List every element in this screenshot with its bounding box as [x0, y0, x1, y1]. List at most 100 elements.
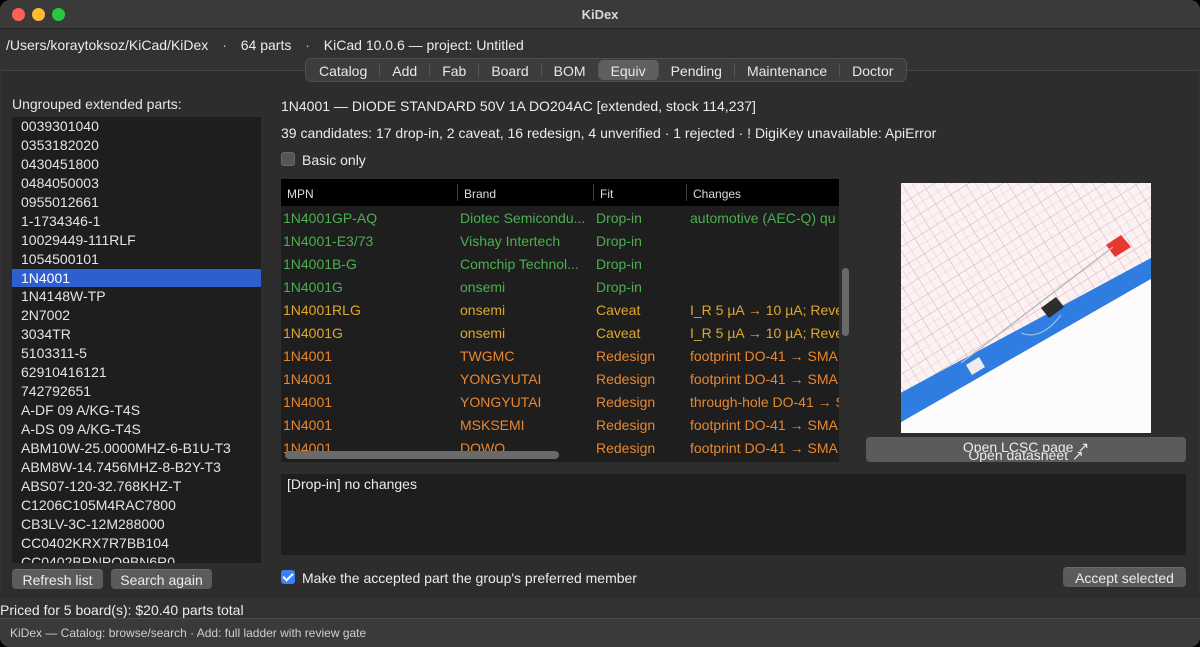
list-item[interactable]: 0430451800	[12, 155, 261, 174]
cell-fit: Redesign	[596, 371, 656, 387]
cell-changes: I_R 5 µA → 10 µA; Rever	[690, 302, 839, 318]
cell-fit: Caveat	[596, 302, 641, 318]
cell-mpn: 1N4001	[283, 417, 333, 433]
cell-fit: Caveat	[596, 325, 641, 341]
cell-brand: onsemi	[460, 325, 506, 341]
cell-brand: Comchip Technol...	[460, 256, 579, 272]
basic-only-checkbox[interactable]	[281, 152, 295, 166]
list-item[interactable]: ABS07-120-32.768KHZ-T	[12, 477, 261, 496]
list-item[interactable]: 1-1734346-1	[12, 212, 261, 231]
search-again-button[interactable]: Search again	[111, 569, 212, 589]
column-header-fit[interactable]: Fit	[600, 187, 613, 201]
cell-fit: Drop-in	[596, 256, 642, 272]
tab-fab[interactable]: Fab	[430, 60, 478, 80]
candidate-detail: [Drop-in] no changes	[281, 474, 1186, 555]
preferred-member-label: Make the accepted part the group's prefe…	[302, 570, 637, 586]
cell-mpn: 1N4001RLG	[283, 302, 361, 318]
info-separator: ·	[222, 37, 227, 53]
table-row[interactable]: 1N4001 YONGYUTAI Redesign through-hole DO-4…	[281, 390, 839, 413]
table-row[interactable]: 1N4001GP-AQ Diotec Semicondu... Drop-in aut…	[281, 206, 839, 229]
cell-changes: footprint DO-41 → SMA	[690, 371, 838, 387]
table-row[interactable]: 1N4001RLG onsemi Caveat I_R 5 µA → 10 µA; R…	[281, 298, 839, 321]
list-item[interactable]: 0955012661	[12, 193, 261, 212]
cell-fit: Drop-in	[596, 233, 642, 249]
list-item[interactable]: 1054500101	[12, 250, 261, 269]
column-divider[interactable]	[457, 184, 458, 201]
cell-changes: footprint DO-41 → SMA	[690, 417, 838, 433]
tab-equiv[interactable]: Equiv	[598, 60, 658, 80]
list-item[interactable]: CB3LV-3C-12M288000	[12, 515, 261, 534]
table-row[interactable]: 1N4001-E3/73 Vishay Intertech Drop-in	[281, 229, 839, 252]
cell-changes: footprint DO-41 → SMA	[690, 348, 838, 364]
list-item[interactable]: 1N4148W-TP	[12, 287, 261, 306]
kicad-project: KiCad 10.0.6 — project: Untitled	[323, 37, 524, 53]
list-item[interactable]: CC0402BRNPO9BN6R0	[12, 553, 261, 563]
list-item[interactable]: A-DS 09 A/KG-T4S	[12, 420, 261, 439]
table-row[interactable]: 1N4001G onsemi Drop-in	[281, 275, 839, 298]
tab-maintenance[interactable]: Maintenance	[735, 60, 839, 80]
cell-brand: onsemi	[460, 279, 506, 295]
list-item[interactable]: C1206C105M4RAC7800	[12, 496, 261, 515]
candidates-summary: 39 candidates: 17 drop-in, 2 caveat, 16 …	[281, 125, 937, 141]
refresh-list-button[interactable]: Refresh list	[12, 569, 103, 589]
cell-fit: Drop-in	[596, 279, 642, 295]
app-window: KiDex /Users/koraytoksoz/KiCad/KiDex · 6…	[0, 0, 1200, 647]
part-header: 1N4001 — DIODE STANDARD 50V 1A DO204AC […	[281, 98, 756, 114]
column-divider[interactable]	[593, 184, 594, 201]
table-header: MPN Brand Fit Changes	[281, 179, 839, 206]
list-item[interactable]: ABM10W-25.0000MHZ-6-B1U-T3	[12, 439, 261, 458]
cell-changes: footprint DO-41 → SMA	[690, 440, 838, 456]
list-item[interactable]: CC0402KRX7R7BB104	[12, 534, 261, 553]
list-item[interactable]: 5103311-5	[12, 344, 261, 363]
tab-pending[interactable]: Pending	[659, 60, 734, 80]
info-bar: /Users/koraytoksoz/KiCad/KiDex · 64 part…	[6, 37, 534, 53]
parts-count: 64 parts	[240, 37, 292, 53]
table-row[interactable]: 1N4001G onsemi Caveat I_R 5 µA → 10 µA; Rev…	[281, 321, 839, 344]
column-divider[interactable]	[686, 184, 687, 201]
tab-catalog[interactable]: Catalog	[307, 60, 379, 80]
cell-changes: through-hole DO-41 → S	[690, 394, 839, 410]
cell-brand: YONGYUTAI	[460, 371, 542, 387]
tab-bom[interactable]: BOM	[542, 60, 598, 80]
basic-only-label: Basic only	[302, 152, 366, 168]
list-item[interactable]: 1N4001	[12, 268, 261, 288]
cell-fit: Redesign	[596, 348, 656, 364]
list-item[interactable]: 0353182020	[12, 136, 261, 155]
column-header-mpn[interactable]: MPN	[287, 187, 314, 201]
accept-selected-button[interactable]: Accept selected	[1063, 567, 1186, 587]
tab-bar: Catalog Add Fab Board BOM Equiv Pending Mainten…	[305, 58, 908, 82]
table-row[interactable]: 1N4001 MSKSEMI Redesign footprint DO-41 → S…	[281, 413, 839, 436]
table-vertical-scrollbar[interactable]	[842, 268, 849, 336]
list-item[interactable]: ABM8W-14.7456MHZ-8-B2Y-T3	[12, 458, 261, 477]
table-row[interactable]: 1N4001 YONGYUTAI Redesign footprint DO-41 →…	[281, 367, 839, 390]
cell-mpn: 1N4001G	[283, 279, 343, 295]
cell-mpn: 1N4001	[283, 371, 333, 387]
table-horizontal-scrollbar[interactable]	[285, 451, 559, 459]
tab-doctor[interactable]: Doctor	[840, 60, 905, 80]
cell-brand: TWGMC	[460, 348, 515, 364]
cell-fit: Drop-in	[596, 210, 642, 226]
list-item[interactable]: 2N7002	[12, 306, 261, 325]
list-item[interactable]: 0484050003	[12, 174, 261, 193]
parts-list[interactable]: 0039301040 0353182020 0430451800 0484050003…	[12, 117, 261, 563]
table-row[interactable]: 1N4001 TWGMC Redesign footprint DO-41 → SMA	[281, 344, 839, 367]
table-row[interactable]: 1N4001B-G Comchip Technol... Drop-in	[281, 252, 839, 275]
cell-brand: Vishay Intertech	[460, 233, 561, 249]
open-datasheet-button[interactable]: Open datasheet ↗	[866, 452, 1186, 462]
titlebar: KiDex	[0, 0, 1200, 29]
list-item[interactable]: A-DF 09 A/KG-T4S	[12, 401, 261, 420]
column-header-brand[interactable]: Brand	[464, 187, 496, 201]
column-header-changes[interactable]: Changes	[693, 187, 741, 201]
list-item[interactable]: 3034TR	[12, 325, 261, 344]
cell-brand: Diotec Semicondu...	[460, 210, 586, 226]
tab-board[interactable]: Board	[479, 60, 540, 80]
cell-fit: Redesign	[596, 394, 656, 410]
cell-changes: I_R 5 µA → 10 µA; Rever	[690, 325, 839, 341]
list-item[interactable]: 62910416121	[12, 363, 261, 382]
list-item[interactable]: 10029449-111RLF	[12, 231, 261, 250]
preferred-member-checkbox[interactable]	[281, 570, 295, 584]
list-item[interactable]: 0039301040	[12, 117, 261, 136]
tab-add[interactable]: Add	[380, 60, 429, 80]
cell-mpn: 1N4001	[283, 394, 333, 410]
list-item[interactable]: 742792651	[12, 382, 261, 401]
